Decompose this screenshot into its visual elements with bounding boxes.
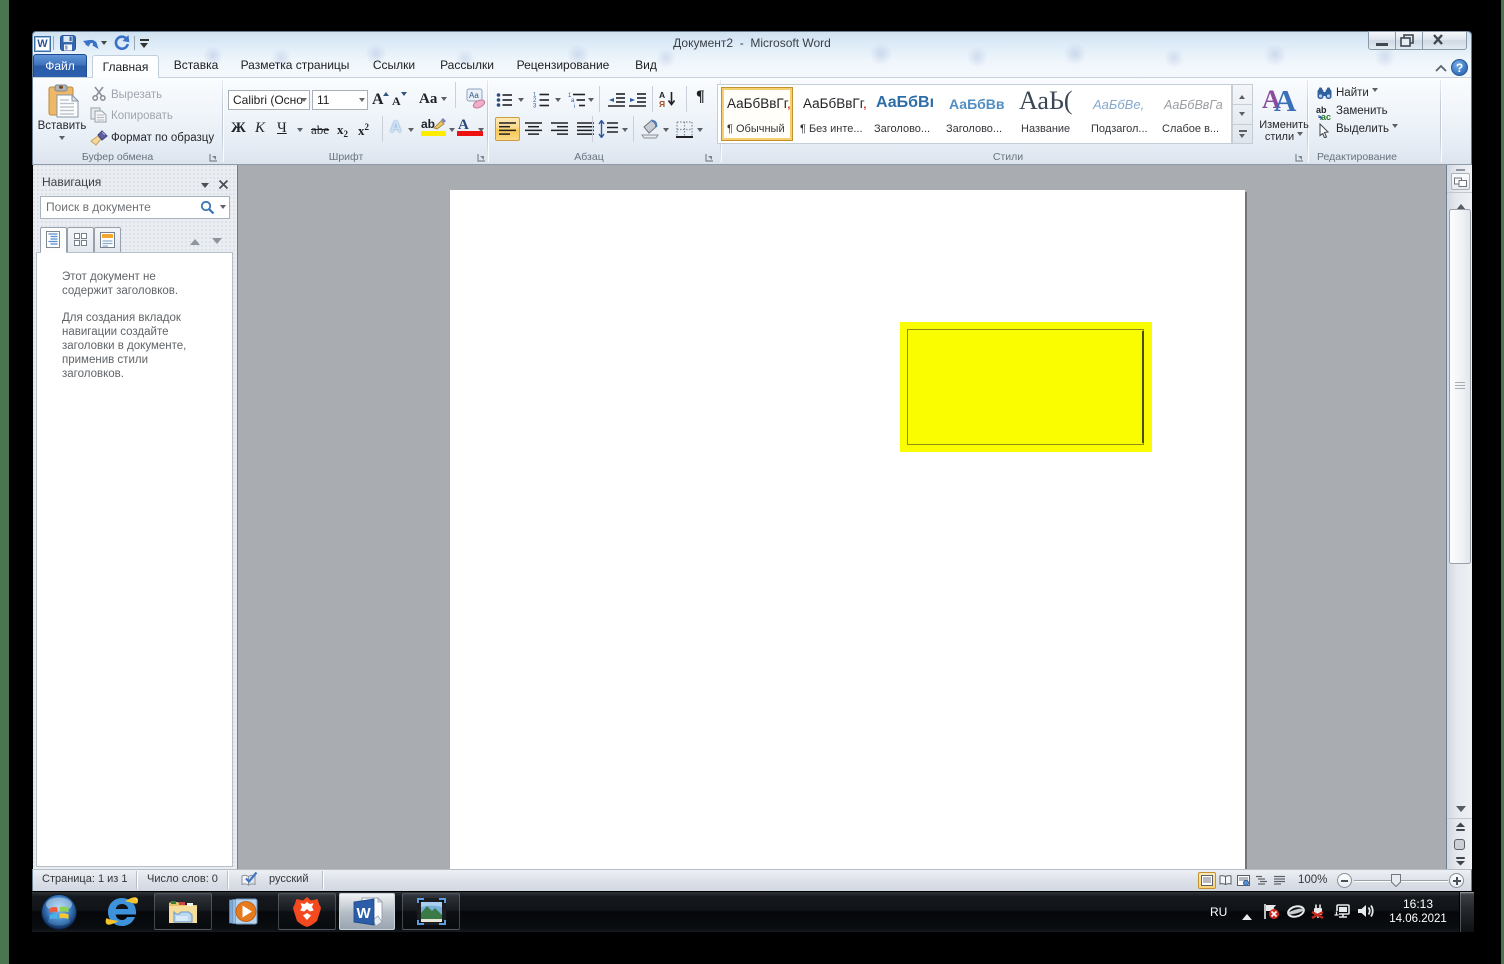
svg-text:W: W [357, 905, 372, 922]
svg-text:i: i [574, 104, 575, 108]
svg-text:ac: ac [1321, 112, 1331, 120]
svg-text:Аа: Аа [469, 91, 479, 100]
svg-text:3: 3 [533, 104, 537, 109]
svg-text:Я: Я [659, 99, 665, 108]
